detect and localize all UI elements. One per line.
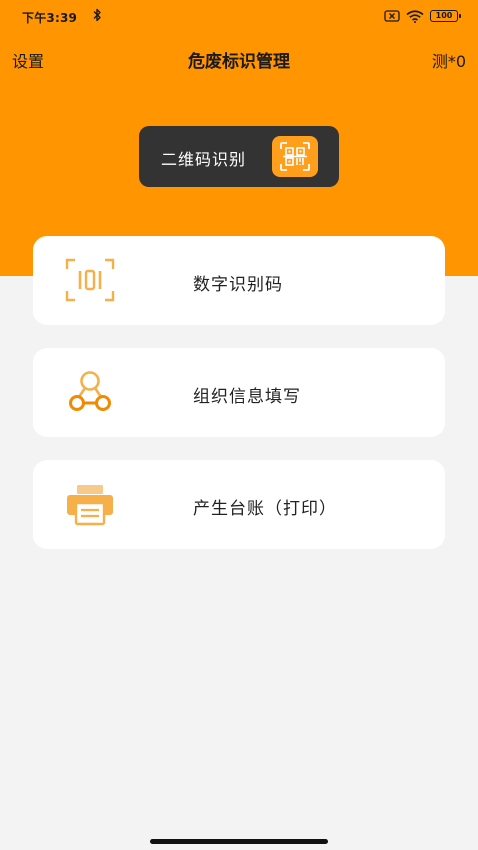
battery-icon: 100 (430, 10, 461, 22)
wifi-icon (406, 9, 424, 23)
no-sim-icon (384, 10, 400, 22)
status-time: 下午3:39 (22, 11, 78, 25)
status-icons: 100 (384, 8, 461, 24)
qr-recognize-label: 二维码识别 (161, 150, 247, 169)
ledger-print-label: 产生台账（打印） (193, 499, 337, 519)
organization-info-label: 组织信息填写 (193, 387, 301, 407)
ledger-print-card[interactable]: 产生台账（打印） (33, 460, 445, 549)
home-indicator[interactable] (150, 839, 328, 844)
organization-icon (69, 371, 111, 411)
account-button[interactable]: 测*0 (432, 48, 466, 72)
qr-scan-icon (272, 136, 318, 177)
battery-level: 100 (435, 11, 453, 20)
printer-icon (67, 485, 113, 526)
digit-code-label: 数字识别码 (193, 275, 283, 295)
organization-info-card[interactable]: 组织信息填写 (33, 348, 445, 437)
digit-code-card[interactable]: 数字识别码 (33, 236, 445, 325)
bluetooth-icon (93, 8, 101, 22)
settings-button[interactable]: 设置 (12, 48, 44, 72)
status-bar: 下午3:39 100 (0, 0, 478, 34)
qr-recognize-button[interactable]: 二维码识别 (139, 126, 339, 187)
digit-scan-icon (65, 258, 115, 302)
